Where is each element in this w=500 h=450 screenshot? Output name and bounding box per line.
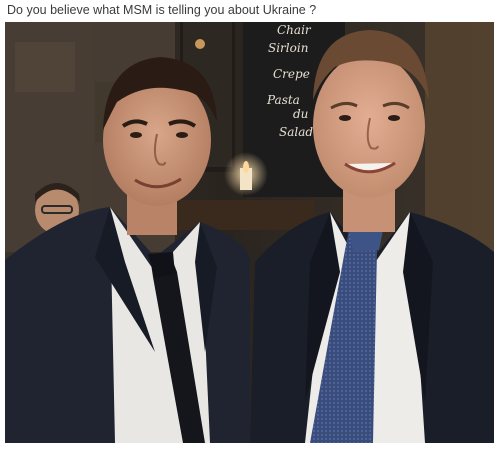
photo-illustration: Chair Sirloin Crepe Pasta du Salad [5,22,494,443]
svg-text:Sirloin: Sirloin [268,41,308,55]
post-bottom-spacing [0,443,500,450]
svg-text:Crepe: Crepe [273,67,310,81]
svg-text:du: du [293,107,308,121]
svg-text:Chair: Chair [277,23,312,37]
svg-text:Pasta: Pasta [266,93,300,107]
table [155,200,315,230]
post-photo[interactable]: Chair Sirloin Crepe Pasta du Salad [5,22,494,443]
social-post: Do you believe what MSM is telling you a… [0,0,500,450]
post-caption: Do you believe what MSM is telling you a… [7,3,317,17]
svg-text:Salad: Salad [279,125,313,139]
